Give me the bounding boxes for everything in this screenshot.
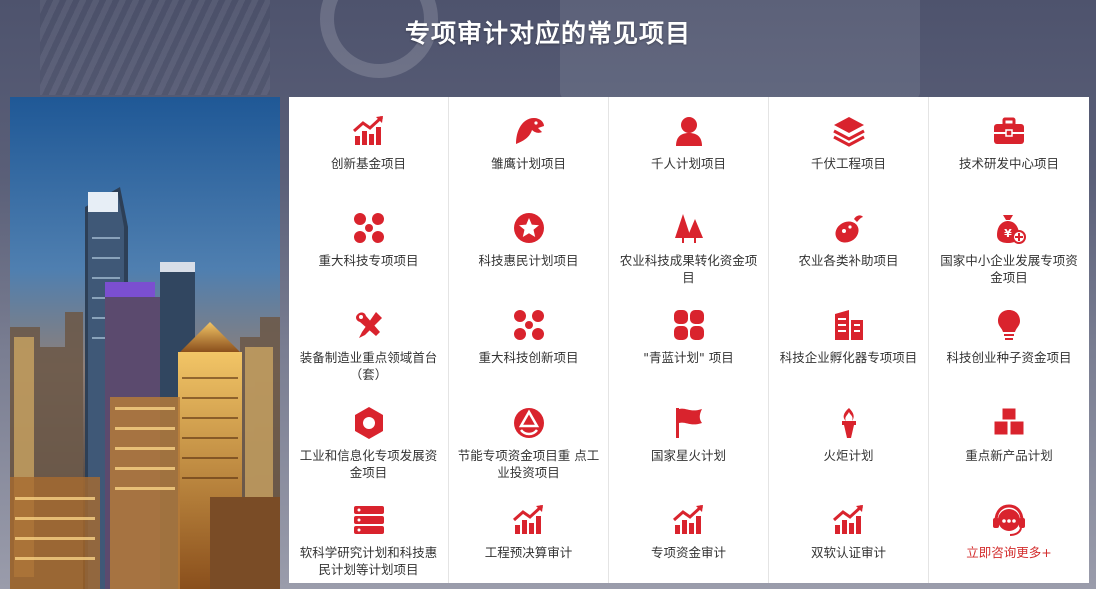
chart-up-icon bbox=[351, 113, 387, 149]
project-item-label: 工程预决算审计 bbox=[484, 544, 573, 560]
project-item[interactable]: ¥ 国家中小企业发展专项资金项目 bbox=[929, 194, 1089, 291]
project-item-label: 科技惠民计划项目 bbox=[478, 253, 579, 269]
project-item-label: "青蓝计划" 项目 bbox=[643, 350, 734, 366]
flag-icon bbox=[671, 405, 707, 441]
buildings-icon bbox=[831, 307, 867, 343]
toolbox-icon bbox=[991, 113, 1027, 149]
project-item[interactable]: 农业各类补助项目 bbox=[769, 194, 929, 292]
server-icon bbox=[351, 502, 387, 538]
project-item[interactable]: 重大科技创新项目 bbox=[449, 291, 609, 389]
project-item[interactable]: 雏鹰计划项目 bbox=[449, 97, 609, 195]
lightbulb-icon bbox=[991, 307, 1027, 343]
project-item-label: 专项资金审计 bbox=[650, 544, 726, 560]
project-item[interactable]: 专项资金审计 bbox=[609, 485, 769, 583]
recycle-icon bbox=[511, 405, 547, 441]
chart-up-icon bbox=[831, 502, 867, 538]
project-item-label: 千人计划项目 bbox=[650, 156, 726, 171]
headset-icon bbox=[991, 502, 1027, 538]
quad-icon bbox=[671, 307, 707, 343]
consult-more-label: 立即咨询更多+ bbox=[966, 544, 1052, 560]
project-item[interactable]: 农业科技成果转化资金项目 bbox=[609, 194, 769, 292]
project-item-label: 雏鹰计划项目 bbox=[490, 156, 566, 171]
project-item-label: 创新基金项目 bbox=[330, 156, 406, 171]
project-item[interactable]: 科技企业孵化器专项项目 bbox=[769, 291, 929, 389]
project-item[interactable]: 千人计划项目 bbox=[609, 97, 769, 195]
project-item-label: 火炬计划 bbox=[823, 447, 874, 463]
project-item[interactable]: 重大科技专项项目 bbox=[289, 194, 449, 292]
person-icon bbox=[671, 113, 707, 149]
project-item[interactable]: 科技惠民计划项目 bbox=[449, 194, 609, 292]
project-item-label: 农业各类补助项目 bbox=[798, 253, 899, 269]
project-grid: 创新基金项目 雏鹰计划项目 千人计划项目 千伏工程项目 技术研发中心项目 重大科… bbox=[289, 97, 1089, 583]
project-item-label: 重大科技创新项目 bbox=[478, 350, 579, 366]
project-item[interactable]: 科技创业种子资金项目 bbox=[929, 291, 1089, 388]
boxes-icon bbox=[991, 405, 1027, 441]
project-item[interactable]: 创新基金项目 bbox=[289, 97, 449, 195]
project-item-label: 科技企业孵化器专项项目 bbox=[779, 350, 918, 366]
project-item-label: 装备制造业重点领域首台（套） bbox=[299, 350, 438, 383]
project-item[interactable]: "青蓝计划" 项目 bbox=[609, 291, 769, 389]
city-skyline-image bbox=[10, 97, 280, 589]
hex-nut-icon bbox=[351, 405, 387, 441]
project-item[interactable]: 火炬计划 bbox=[769, 388, 929, 486]
moneybag-icon: ¥ bbox=[991, 210, 1027, 246]
eagle-icon bbox=[511, 113, 547, 149]
project-item-label: 工业和信息化专项发展资金项目 bbox=[299, 447, 438, 480]
project-item-label: 双软认证审计 bbox=[810, 544, 886, 560]
project-item[interactable]: 双软认证审计 bbox=[769, 485, 929, 583]
project-item[interactable]: 千伏工程项目 bbox=[769, 97, 929, 195]
project-item[interactable]: 重点新产品计划 bbox=[929, 389, 1089, 486]
project-item[interactable]: 装备制造业重点领域首台（套） bbox=[289, 291, 449, 389]
svg-text:¥: ¥ bbox=[1004, 227, 1012, 240]
nodes-icon bbox=[511, 307, 547, 343]
torch-icon bbox=[831, 405, 867, 441]
project-item[interactable]: 工程预决算审计 bbox=[449, 485, 609, 583]
project-item-label: 软科学研究计划和科技惠民计划等计划项目 bbox=[299, 544, 438, 577]
project-item[interactable]: 技术研发中心项目 bbox=[929, 97, 1089, 194]
project-item-label: 农业科技成果转化资金项目 bbox=[619, 253, 758, 286]
chart-up-icon bbox=[671, 502, 707, 538]
project-item-label: 重点新产品计划 bbox=[965, 447, 1053, 463]
project-item-label: 技术研发中心项目 bbox=[958, 156, 1059, 171]
project-item-label: 国家星火计划 bbox=[650, 447, 726, 463]
nodes-icon bbox=[351, 210, 387, 246]
chart-up-icon bbox=[511, 502, 547, 538]
project-item-label: 重大科技专项项目 bbox=[318, 253, 419, 269]
project-item-label: 节能专项资金项目重 点工业投资项目 bbox=[457, 447, 600, 480]
project-item[interactable]: 节能专项资金项目重 点工业投资项目 bbox=[449, 388, 609, 486]
trees-icon bbox=[671, 210, 707, 246]
project-item-label: 科技创业种子资金项目 bbox=[946, 350, 1072, 366]
project-item[interactable]: 国家星火计划 bbox=[609, 388, 769, 486]
tools-icon bbox=[351, 307, 387, 343]
project-item-label: 千伏工程项目 bbox=[810, 156, 886, 171]
project-item[interactable]: 工业和信息化专项发展资金项目 bbox=[289, 388, 449, 486]
vegetable-icon bbox=[831, 210, 867, 246]
consult-more-link[interactable]: 立即咨询更多+ bbox=[929, 486, 1089, 583]
project-item[interactable]: 软科学研究计划和科技惠民计划等计划项目 bbox=[289, 485, 449, 583]
page-title: 专项审计对应的常见项目 bbox=[404, 19, 691, 48]
star-badge-icon bbox=[511, 210, 547, 246]
layers-icon bbox=[831, 113, 867, 149]
project-item-label: 国家中小企业发展专项资金项目 bbox=[940, 253, 1078, 286]
